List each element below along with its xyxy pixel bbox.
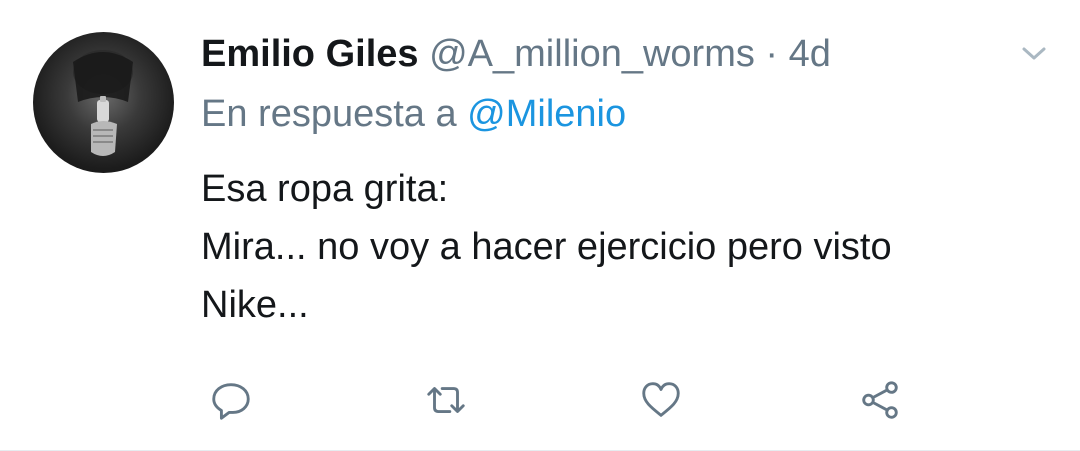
like-button[interactable] — [633, 372, 689, 428]
tweet-header: Emilio Giles @A_million_worms · 4d — [201, 28, 831, 80]
tweet-text-line: Esa ropa grita: — [201, 168, 449, 210]
retweet-button[interactable] — [418, 372, 474, 428]
reply-mention-link[interactable]: @Milenio — [467, 93, 626, 135]
header-separator: · — [765, 33, 779, 75]
avatar-image — [73, 50, 133, 156]
tweet-text-line: Mira... no voy a hacer ejercicio pero vi… — [201, 226, 892, 268]
tweet-actions — [0, 372, 1080, 428]
share-button[interactable] — [852, 372, 908, 428]
tweet-timestamp[interactable]: 4d — [789, 33, 831, 75]
tweet-text-line: Nike... — [201, 284, 309, 326]
tweet-text: Esa ropa grita: Mira... no voy a hacer e… — [201, 160, 1061, 334]
reply-icon — [212, 383, 250, 420]
reply-button[interactable] — [203, 372, 259, 428]
reply-context: En respuesta a @Milenio — [201, 88, 626, 140]
avatar[interactable] — [33, 32, 174, 173]
reply-prefix: En respuesta a — [201, 93, 457, 135]
tweet-card[interactable]: Emilio Giles @A_million_worms · 4d En re… — [0, 0, 1080, 451]
author-handle[interactable]: @A_million_worms — [429, 33, 755, 75]
tweet-menu-button[interactable] — [1016, 40, 1052, 68]
author-name[interactable]: Emilio Giles — [201, 33, 419, 75]
share-icon — [862, 381, 898, 419]
heart-icon — [642, 382, 680, 417]
retweet-icon — [427, 387, 465, 413]
chevron-down-icon — [1022, 47, 1046, 60]
